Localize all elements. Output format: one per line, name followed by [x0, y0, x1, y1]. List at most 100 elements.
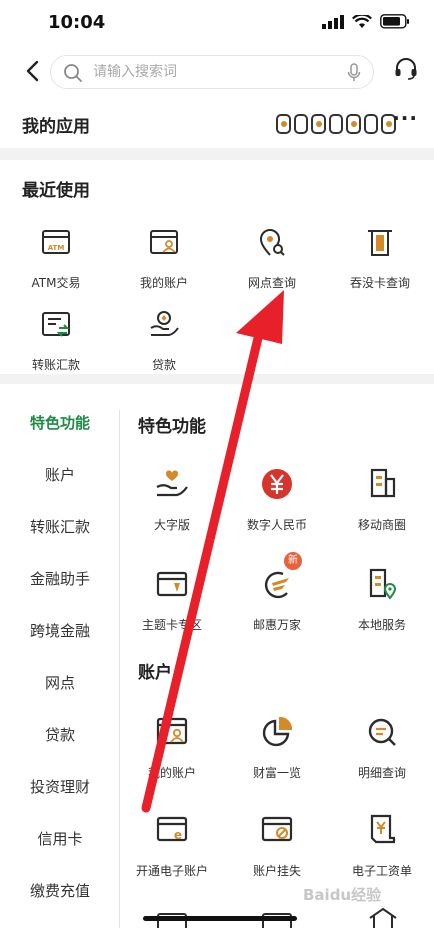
svg-text:ATM: ATM [48, 244, 65, 252]
recent-item-label: 我的账户 [139, 276, 188, 290]
sidenav-item-investment[interactable]: 投资理财 [0, 776, 120, 797]
account-item-wealth[interactable]: 财富一览 [225, 714, 329, 781]
search-icon [64, 64, 82, 82]
atm-card-icon: ATM [42, 230, 70, 254]
loan-hand-icon [150, 311, 179, 336]
e-account-icon: e [156, 816, 188, 842]
recent-item-swallowed-card[interactable]: 吞没卡查询 [326, 226, 434, 291]
featured-item-mobile-business[interactable]: 移动商圈 [330, 466, 434, 533]
account-item-label: 明细查询 [357, 766, 406, 780]
account-item-open-e-account[interactable]: e 开通电子账户 [120, 812, 224, 879]
app-shortcut-icon [276, 114, 291, 134]
sidenav-item-featured[interactable]: 特色功能 [0, 412, 120, 433]
sidenav-item-payments[interactable]: 缴费充值 [0, 880, 120, 901]
recent-item-branch-search[interactable]: 网点查询 [218, 226, 326, 291]
sidenav-item-finance-assistant[interactable]: 金融助手 [0, 568, 120, 589]
battery-icon [380, 14, 409, 29]
app-shortcut-icon [293, 114, 309, 134]
sidenav-item-cross-border[interactable]: 跨境金融 [0, 620, 120, 641]
account-title: 账户 [138, 663, 172, 683]
headset-icon[interactable] [394, 57, 418, 81]
recent-item-label: 转账汇款 [31, 358, 80, 372]
account-card-icon [150, 230, 178, 254]
account-item-report-loss[interactable]: 账户挂失 [225, 812, 329, 879]
featured-title: 特色功能 [138, 417, 206, 437]
app-shortcut-icon [346, 114, 361, 134]
account-item-label: 开通电子账户 [135, 864, 208, 878]
my-apps-icon-strip[interactable] [276, 112, 397, 136]
payslip-icon [370, 814, 396, 844]
cellular-signal-icon [322, 14, 344, 29]
search-box[interactable] [50, 55, 374, 89]
feature-section: 特色功能 账户 转账汇款 金融助手 跨境金融 网点 贷款 投资理财 信用卡 缴费… [0, 384, 434, 928]
sidenav-item-transfer[interactable]: 转账汇款 [0, 516, 120, 537]
account-item-e-payslip[interactable]: 电子工资单 [330, 812, 434, 879]
detail-search-icon [368, 718, 396, 746]
status-bar: 10:04 [0, 0, 434, 46]
sidenav-item-credit-card[interactable]: 信用卡 [0, 828, 120, 849]
recent-item-label: 网点查询 [247, 276, 296, 290]
status-icons [322, 14, 410, 29]
featured-item-large-font[interactable]: 大字版 [120, 466, 224, 533]
new-badge: 新 [284, 552, 302, 570]
my-apps-title: 我的应用 [22, 117, 90, 137]
sidenav-item-branch[interactable]: 网点 [0, 672, 120, 693]
chevron-left-icon [26, 60, 39, 82]
partial-row-house-icon [369, 907, 397, 928]
more-button[interactable]: ··· [392, 106, 418, 130]
account-card-icon [156, 717, 188, 745]
recent-item-my-account[interactable]: 我的账户 [110, 226, 218, 291]
recent-section: 最近使用 ATM ATM交易 我的账户 网点查询 吞没卡查询 转账汇款 贷款 [0, 160, 434, 374]
search-input[interactable] [93, 62, 333, 82]
lost-card-icon [261, 816, 293, 842]
recent-title: 最近使用 [22, 181, 90, 201]
featured-item-label: 数字人民币 [246, 518, 307, 532]
digital-rmb-icon [262, 469, 292, 499]
home-indicator[interactable] [143, 916, 297, 921]
wings-icon [264, 571, 289, 599]
featured-item-label: 移动商圈 [357, 518, 406, 532]
featured-item-label: 本地服务 [357, 618, 406, 632]
category-sidenav: 特色功能 账户 转账汇款 金融助手 跨境金融 网点 贷款 投资理财 信用卡 缴费… [0, 384, 120, 928]
app-shortcut-icon [328, 114, 344, 134]
sidenav-item-account[interactable]: 账户 [0, 464, 120, 485]
heart-hand-icon [156, 470, 188, 497]
account-item-detail-query[interactable]: 明细查询 [330, 714, 434, 781]
recent-item-loan[interactable]: 贷款 [110, 308, 218, 373]
account-item-my-account[interactable]: 我的账户 [120, 714, 224, 781]
wifi-icon [352, 14, 372, 28]
recent-item-label: 贷款 [151, 358, 176, 372]
transfer-icon [42, 312, 70, 337]
featured-item-label: 主题卡专区 [141, 618, 202, 632]
account-item-label: 财富一览 [252, 766, 301, 780]
status-time: 10:04 [48, 12, 106, 33]
microphone-icon[interactable] [347, 63, 361, 83]
back-button[interactable] [18, 56, 46, 86]
pie-chart-icon [262, 716, 293, 747]
app-shortcut-icon [311, 114, 326, 134]
featured-item-theme-card[interactable]: 主题卡专区 [120, 566, 224, 633]
featured-item-youhui[interactable]: 邮惠万家 [225, 566, 329, 633]
featured-item-digital-rmb[interactable]: 数字人民币 [225, 466, 329, 533]
building-icon [370, 468, 396, 498]
local-service-icon [369, 568, 397, 600]
featured-item-label: 大字版 [153, 518, 190, 532]
theme-card-icon [156, 571, 188, 597]
recent-item-label: 吞没卡查询 [349, 276, 410, 290]
app-shortcut-icon [363, 114, 379, 134]
my-apps-section: 我的应用 ··· [0, 98, 434, 148]
account-item-label: 电子工资单 [351, 864, 412, 878]
baidu-watermark: Baidu经验 [303, 886, 382, 904]
top-bar [0, 46, 434, 98]
branch-search-icon [259, 229, 285, 256]
recent-item-label: ATM交易 [31, 276, 81, 290]
svg-text:e: e [174, 828, 182, 842]
featured-item-local-service[interactable]: 本地服务 [330, 566, 434, 633]
function-panel: 特色功能 大字版 数字人民币 移动商圈 主题卡专区 邮惠万家 新 本地服务 账户… [120, 384, 434, 928]
account-item-label: 账户挂失 [252, 864, 301, 878]
account-item-label: 我的账户 [147, 766, 196, 780]
card-slot-icon [368, 230, 392, 256]
recent-item-transfer[interactable]: 转账汇款 [2, 308, 110, 373]
sidenav-item-loan[interactable]: 贷款 [0, 724, 120, 745]
recent-item-atm[interactable]: ATM ATM交易 [2, 226, 110, 291]
